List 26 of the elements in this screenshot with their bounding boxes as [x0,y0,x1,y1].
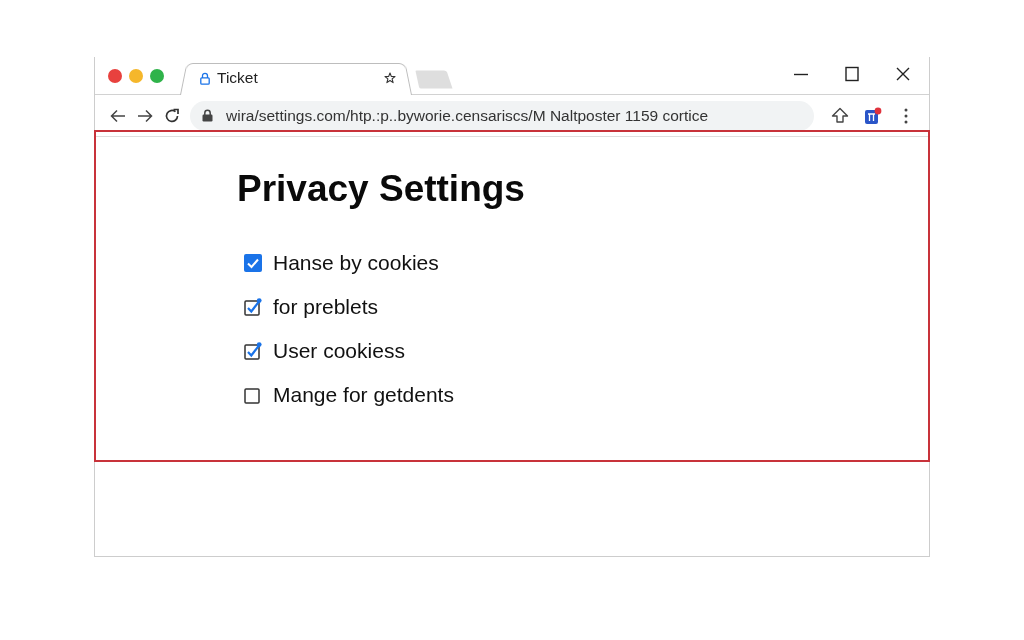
minimize-dot-icon[interactable] [129,68,143,83]
checkbox[interactable] [244,342,262,361]
checkbox[interactable] [244,254,262,273]
address-field[interactable]: wira/settings.com/htp.:p..byworie.censariscs/M Naltposter 1159 cortice [190,100,814,131]
browser-tab[interactable]: Ticket [180,61,412,95]
url-text: wira/settings.com/htp.:p..byworie.censariscs/M Naltposter 1159 cortice [226,106,709,125]
checkbox[interactable] [244,298,262,317]
close-icon[interactable] [895,65,911,82]
option-label: for preblets [273,295,379,320]
star-icon[interactable] [384,72,396,84]
checkbox[interactable] [244,386,262,405]
maximize-icon[interactable] [844,65,860,82]
reload-icon[interactable] [164,107,180,124]
close-dot-icon[interactable] [108,68,122,83]
forward-arrow-icon[interactable] [137,108,153,123]
option-label: Hanse by cookies [273,251,439,276]
back-arrow-icon[interactable] [110,108,126,123]
option-label: Mange for getdents [273,383,454,408]
lock-icon [202,109,213,122]
page-heading: Privacy Settings [237,167,525,211]
up-arrow-icon[interactable] [831,106,849,125]
option-label: User cookiess [273,339,405,364]
badged-app-icon[interactable] [864,106,882,125]
lock-icon [200,71,210,85]
menu-icon[interactable] [904,107,908,124]
zoom-dot-icon[interactable] [150,68,164,83]
